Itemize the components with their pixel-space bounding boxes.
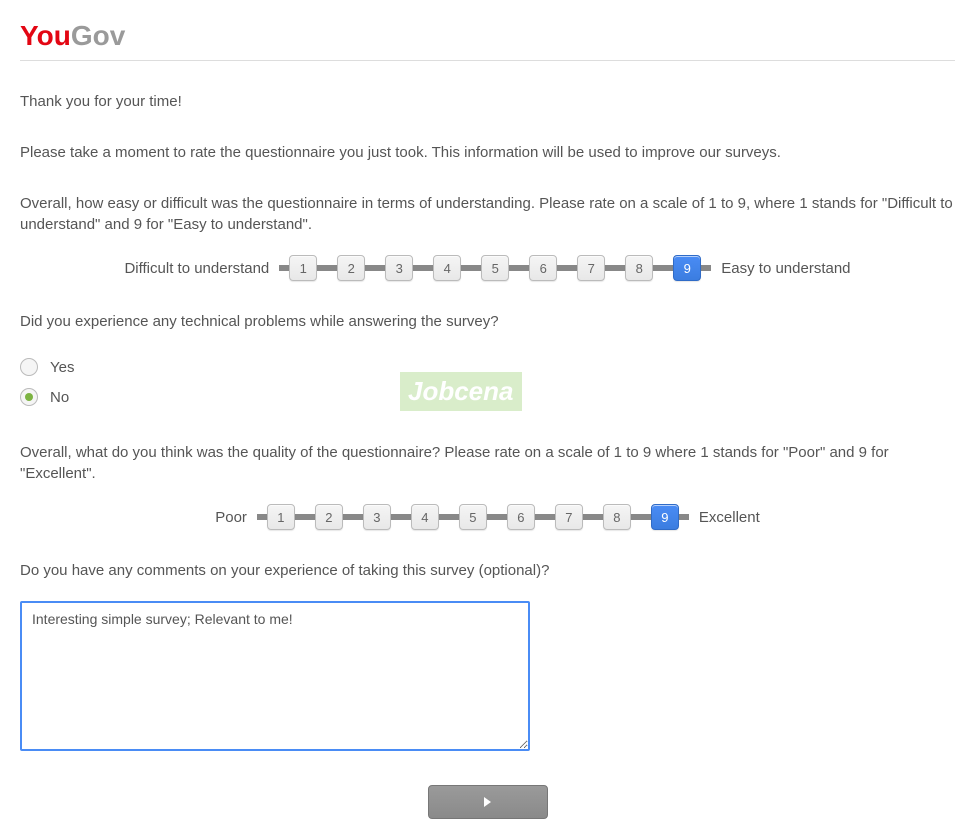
scale-left-label: Difficult to understand <box>124 260 269 277</box>
scale-option-8[interactable]: 8 <box>603 504 631 530</box>
thank-you-text: Thank you for your time! <box>20 91 955 112</box>
scale-option-1[interactable]: 1 <box>289 255 317 281</box>
scale-quality: Poor 123456789 Excellent <box>20 504 955 530</box>
scale-option-5[interactable]: 5 <box>481 255 509 281</box>
scale-option-9[interactable]: 9 <box>673 255 701 281</box>
radio-label: No <box>50 389 69 406</box>
scale-option-7[interactable]: 7 <box>577 255 605 281</box>
scale-option-7[interactable]: 7 <box>555 504 583 530</box>
next-button[interactable] <box>428 785 548 819</box>
scale-option-6[interactable]: 6 <box>507 504 535 530</box>
header-divider <box>20 60 955 61</box>
question-comments: Do you have any comments on your experie… <box>20 560 955 581</box>
scale-option-8[interactable]: 8 <box>625 255 653 281</box>
question-quality: Overall, what do you think was the quali… <box>20 442 955 484</box>
scale-option-5[interactable]: 5 <box>459 504 487 530</box>
scale-option-2[interactable]: 2 <box>337 255 365 281</box>
scale-option-4[interactable]: 4 <box>433 255 461 281</box>
question-understanding: Overall, how easy or difficult was the q… <box>20 193 955 235</box>
scale-option-6[interactable]: 6 <box>529 255 557 281</box>
scale-right-label: Excellent <box>699 509 760 526</box>
intro-text: Please take a moment to rate the questio… <box>20 142 955 163</box>
scale-option-9[interactable]: 9 <box>651 504 679 530</box>
radio-icon <box>20 388 38 406</box>
logo-gov: Gov <box>71 20 125 51</box>
comments-textarea[interactable]: Interesting simple survey; Relevant to m… <box>20 601 530 751</box>
radio-label: Yes <box>50 359 74 376</box>
scale-option-1[interactable]: 1 <box>267 504 295 530</box>
scale-option-3[interactable]: 3 <box>385 255 413 281</box>
radio-option-no[interactable]: No <box>20 382 955 412</box>
scale-understanding: Difficult to understand 123456789 Easy t… <box>20 255 955 281</box>
radio-option-yes[interactable]: Yes <box>20 352 955 382</box>
scale-option-3[interactable]: 3 <box>363 504 391 530</box>
radio-icon <box>20 358 38 376</box>
scale-option-2[interactable]: 2 <box>315 504 343 530</box>
scale-left-label: Poor <box>215 509 247 526</box>
scale-right-label: Easy to understand <box>721 260 850 277</box>
scale-option-4[interactable]: 4 <box>411 504 439 530</box>
chevron-right-icon <box>484 797 491 807</box>
question-technical: Did you experience any technical problem… <box>20 311 955 332</box>
radio-group-technical: Yes No <box>20 352 955 412</box>
logo: YouGov <box>20 20 955 52</box>
logo-you: You <box>20 20 71 51</box>
